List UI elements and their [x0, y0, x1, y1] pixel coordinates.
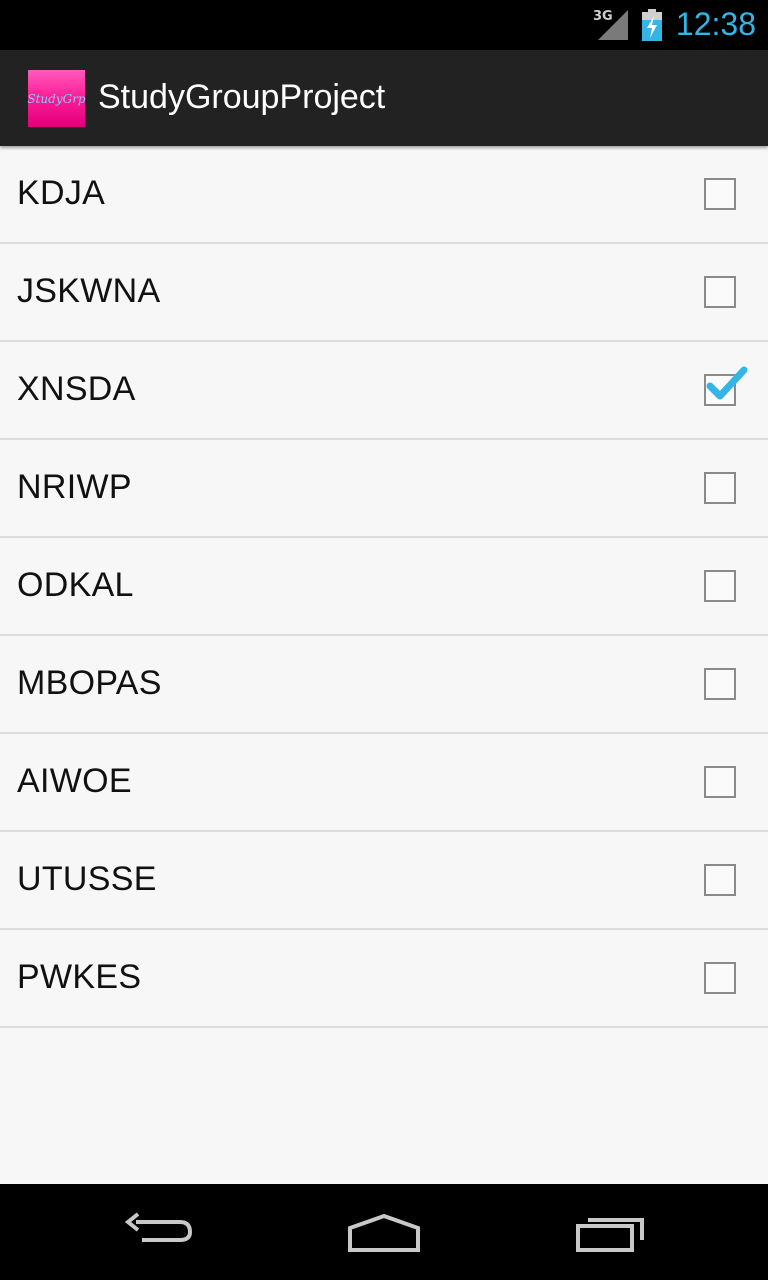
- action-bar: StudyGrp StudyGroupProject: [0, 50, 768, 146]
- item-label: UTUSSE: [17, 860, 157, 898]
- item-list: KDJA JSKWNA XNSDA NRIWP ODKAL MBOPAS AIW…: [0, 146, 768, 1028]
- item-label: MBOPAS: [17, 664, 162, 702]
- item-label: AIWOE: [17, 762, 132, 800]
- item-label: NRIWP: [17, 468, 132, 506]
- checkbox[interactable]: [704, 570, 736, 602]
- list-item[interactable]: PWKES: [0, 930, 768, 1028]
- checkbox[interactable]: [704, 864, 736, 896]
- list-item[interactable]: AIWOE: [0, 734, 768, 832]
- clock: 12:38: [675, 6, 756, 42]
- list-item[interactable]: XNSDA: [0, 342, 768, 440]
- item-label: ODKAL: [17, 566, 134, 604]
- app-icon[interactable]: StudyGrp: [27, 70, 86, 127]
- list-item[interactable]: KDJA: [0, 146, 768, 244]
- item-label: JSKWNA: [17, 272, 161, 310]
- list-item[interactable]: NRIWP: [0, 440, 768, 538]
- item-label: XNSDA: [17, 370, 136, 408]
- checkbox[interactable]: [704, 668, 736, 700]
- recent-apps-icon[interactable]: [570, 1206, 650, 1258]
- home-icon[interactable]: [344, 1206, 424, 1258]
- list-item[interactable]: JSKWNA: [0, 244, 768, 342]
- list-item[interactable]: MBOPAS: [0, 636, 768, 734]
- back-icon[interactable]: [120, 1206, 200, 1258]
- app-icon-text: StudyGrp: [27, 91, 86, 106]
- status-bar: 3G 12:38: [0, 0, 768, 50]
- checkbox[interactable]: [704, 178, 736, 210]
- network-type-label: 3G: [593, 9, 613, 24]
- app-title: StudyGroupProject: [98, 78, 386, 116]
- item-label: KDJA: [17, 174, 106, 212]
- navigation-bar: [0, 1184, 768, 1280]
- checkmark-icon: [706, 366, 748, 400]
- list-item[interactable]: ODKAL: [0, 538, 768, 636]
- checkbox[interactable]: [704, 766, 736, 798]
- item-label: PWKES: [17, 958, 142, 996]
- checkbox[interactable]: [704, 472, 736, 504]
- checkbox[interactable]: [704, 962, 736, 994]
- checkbox[interactable]: [704, 276, 736, 308]
- list-item[interactable]: UTUSSE: [0, 832, 768, 930]
- checkbox[interactable]: [704, 366, 748, 406]
- battery-charging-icon: [642, 9, 662, 41]
